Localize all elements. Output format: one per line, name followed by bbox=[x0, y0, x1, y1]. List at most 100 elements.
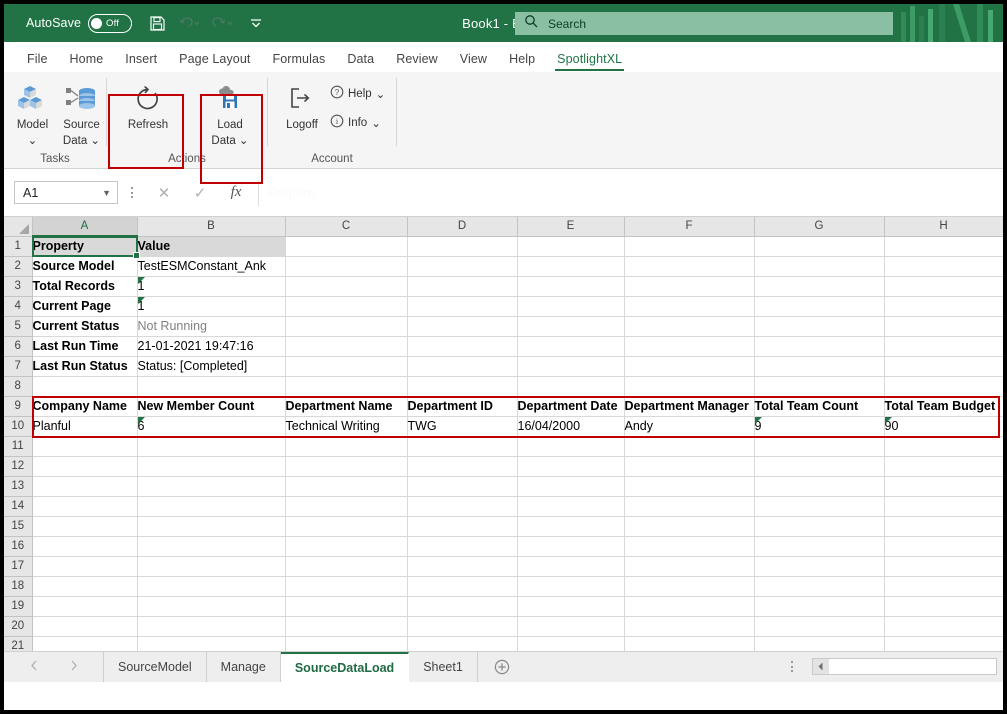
ribbon-tab-view[interactable]: View bbox=[449, 50, 498, 72]
cell-a5[interactable]: Current Status bbox=[32, 316, 138, 337]
load-data-button[interactable]: Load Data ⌄ bbox=[201, 76, 259, 148]
row-header-4[interactable]: 4 bbox=[4, 296, 33, 317]
row-header-6[interactable]: 6 bbox=[4, 336, 33, 357]
cell-d1[interactable] bbox=[407, 236, 518, 257]
ribbon-tab-review[interactable]: Review bbox=[385, 50, 449, 72]
cell-a7[interactable]: Last Run Status bbox=[32, 356, 138, 377]
cell-f1[interactable] bbox=[624, 236, 755, 257]
ribbon-tab-data[interactable]: Data bbox=[336, 50, 385, 72]
cell-h19[interactable] bbox=[884, 596, 1003, 617]
cell-f2[interactable] bbox=[624, 256, 755, 277]
cell-b2[interactable]: TestESMConstant_Ank bbox=[137, 256, 286, 277]
cell-f9[interactable]: Department Manager bbox=[624, 396, 755, 417]
cell-f4[interactable] bbox=[624, 296, 755, 317]
cell-f6[interactable] bbox=[624, 336, 755, 357]
sheet-tab-sheet1[interactable]: Sheet1 bbox=[409, 652, 478, 682]
cell-f3[interactable] bbox=[624, 276, 755, 297]
cell-f18[interactable] bbox=[624, 576, 755, 597]
cell-a19[interactable] bbox=[32, 596, 138, 617]
cell-b10[interactable]: 6 bbox=[137, 416, 286, 437]
cell-a2[interactable]: Source Model bbox=[32, 256, 138, 277]
cell-f11[interactable] bbox=[624, 436, 755, 457]
cell-d19[interactable] bbox=[407, 596, 518, 617]
row-header-12[interactable]: 12 bbox=[4, 456, 33, 477]
cell-h20[interactable] bbox=[884, 616, 1003, 637]
cell-e3[interactable] bbox=[517, 276, 625, 297]
row-header-2[interactable]: 2 bbox=[4, 256, 33, 277]
cell-a4[interactable]: Current Page bbox=[32, 296, 138, 317]
cell-g3[interactable] bbox=[754, 276, 885, 297]
ribbon-tab-spotlightxl[interactable]: SpotlightXL bbox=[546, 50, 633, 72]
cell-c1[interactable] bbox=[285, 236, 408, 257]
cell-e4[interactable] bbox=[517, 296, 625, 317]
cell-e8[interactable] bbox=[517, 376, 625, 397]
autosave-toggle-group[interactable]: AutoSave Off bbox=[26, 13, 133, 33]
cell-g10[interactable]: 9 bbox=[754, 416, 885, 437]
cell-a10[interactable]: Planful bbox=[32, 416, 138, 437]
cell-f7[interactable] bbox=[624, 356, 755, 377]
row-header-20[interactable]: 20 bbox=[4, 616, 33, 637]
cell-d8[interactable] bbox=[407, 376, 518, 397]
cell-e6[interactable] bbox=[517, 336, 625, 357]
column-header-b[interactable]: B bbox=[137, 217, 286, 237]
ribbon-tab-insert[interactable]: Insert bbox=[114, 50, 168, 72]
cell-e15[interactable] bbox=[517, 516, 625, 537]
cell-e18[interactable] bbox=[517, 576, 625, 597]
cell-h9[interactable]: Total Team Budget bbox=[884, 396, 1003, 417]
redo-icon[interactable] bbox=[212, 12, 234, 34]
cell-c20[interactable] bbox=[285, 616, 408, 637]
cell-e16[interactable] bbox=[517, 536, 625, 557]
cell-g19[interactable] bbox=[754, 596, 885, 617]
cell-c14[interactable] bbox=[285, 496, 408, 517]
chevron-down-icon[interactable]: ⌄ bbox=[90, 135, 100, 147]
cell-d11[interactable] bbox=[407, 436, 518, 457]
cell-c11[interactable] bbox=[285, 436, 408, 457]
cell-c18[interactable] bbox=[285, 576, 408, 597]
cell-b18[interactable] bbox=[137, 576, 286, 597]
cell-e17[interactable] bbox=[517, 556, 625, 577]
cell-f20[interactable] bbox=[624, 616, 755, 637]
cell-d2[interactable] bbox=[407, 256, 518, 277]
cell-a3[interactable]: Total Records bbox=[32, 276, 138, 297]
nav-previous-icon[interactable] bbox=[29, 658, 39, 676]
cell-e10[interactable]: 16/04/2000 bbox=[517, 416, 625, 437]
cell-a18[interactable] bbox=[32, 576, 138, 597]
cell-a8[interactable] bbox=[32, 376, 138, 397]
cell-g21[interactable] bbox=[754, 636, 885, 651]
nav-next-icon[interactable] bbox=[69, 658, 79, 676]
cell-h14[interactable] bbox=[884, 496, 1003, 517]
cell-h7[interactable] bbox=[884, 356, 1003, 377]
cell-h8[interactable] bbox=[884, 376, 1003, 397]
cell-c10[interactable]: Technical Writing bbox=[285, 416, 408, 437]
cell-b6[interactable]: 21-01-2021 19:47:16 bbox=[137, 336, 286, 357]
ribbon-tab-help[interactable]: Help bbox=[498, 50, 546, 72]
cell-e13[interactable] bbox=[517, 476, 625, 497]
ribbon-tab-formulas[interactable]: Formulas bbox=[261, 50, 336, 72]
cell-h21[interactable] bbox=[884, 636, 1003, 651]
search-box[interactable]: Search bbox=[515, 12, 893, 35]
cancel-x-icon[interactable]: ✕ bbox=[146, 180, 182, 206]
formula-input[interactable]: Property bbox=[258, 179, 1003, 206]
cell-h5[interactable] bbox=[884, 316, 1003, 337]
model-button[interactable]: Model ⌄ bbox=[8, 76, 57, 148]
cell-d20[interactable] bbox=[407, 616, 518, 637]
ribbon-tab-home[interactable]: Home bbox=[59, 50, 115, 72]
cell-b19[interactable] bbox=[137, 596, 286, 617]
cell-d10[interactable]: TWG bbox=[407, 416, 518, 437]
row-header-3[interactable]: 3 bbox=[4, 276, 33, 297]
select-all-corner[interactable] bbox=[4, 217, 33, 237]
cell-d4[interactable] bbox=[407, 296, 518, 317]
cell-h10[interactable]: 90 bbox=[884, 416, 1003, 437]
cell-b4[interactable]: 1 bbox=[137, 296, 286, 317]
cell-c2[interactable] bbox=[285, 256, 408, 277]
customize-quick-access-icon[interactable] bbox=[245, 12, 267, 34]
source-data-button[interactable]: Source Data ⌄ bbox=[57, 76, 106, 148]
cell-a12[interactable] bbox=[32, 456, 138, 477]
ribbon-tab-page-layout[interactable]: Page Layout bbox=[168, 50, 261, 72]
cell-g14[interactable] bbox=[754, 496, 885, 517]
row-header-7[interactable]: 7 bbox=[4, 356, 33, 377]
cell-b9[interactable]: New Member Count bbox=[137, 396, 286, 417]
column-header-f[interactable]: F bbox=[624, 217, 755, 237]
chevron-down-icon[interactable]: ⌄ bbox=[239, 135, 249, 147]
chevron-down-icon[interactable]: ⌄ bbox=[28, 134, 38, 148]
